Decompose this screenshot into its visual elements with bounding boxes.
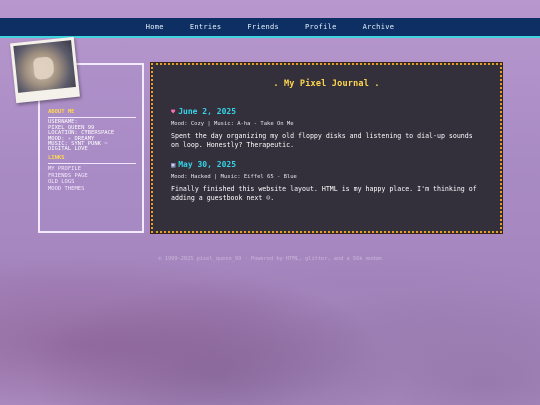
- journal-title: . My Pixel Journal .: [273, 79, 380, 89]
- nav-home[interactable]: Home: [133, 23, 177, 31]
- entry-text: Finally finished this website layout. HT…: [171, 185, 477, 202]
- journal-entry: ▣ May 30, 2025 Mood: Hacked | Music: Eif…: [171, 160, 482, 203]
- about-heading: ABOUT ME: [48, 109, 75, 115]
- background-scenery: [0, 205, 540, 405]
- profile-photo: [10, 36, 80, 104]
- sidebar-link-my-profile[interactable]: MY PROFILE: [48, 166, 136, 173]
- entry-date: ♥ June 2, 2025: [171, 107, 482, 116]
- computer-icon: ▣: [171, 160, 176, 169]
- entry-date-text: May 30, 2025: [178, 160, 237, 169]
- journal-entry: ♥ June 2, 2025 Mood: Cozy | Music: A-ha …: [171, 107, 482, 150]
- divider: [48, 117, 136, 119]
- entry-date-text: June 2, 2025: [178, 107, 237, 116]
- heart-icon: ♥: [171, 107, 176, 116]
- entry-text: Spent the day organizing my old floppy d…: [171, 132, 473, 149]
- footer-text: © 1999-2025 pixel_queen_99 · Powered by …: [158, 256, 382, 262]
- links-heading: LINKS: [48, 154, 65, 161]
- top-navigation-bar: Home Entries Friends Profile Archive: [0, 18, 540, 38]
- entry-date: ▣ May 30, 2025: [171, 160, 482, 169]
- journal-panel: . My Pixel Journal . ♥ June 2, 2025 Mood…: [150, 62, 503, 234]
- sidebar-link-mood-themes[interactable]: MOOD THEMES: [48, 186, 136, 193]
- about-line: DIGITAL LOVE: [48, 146, 88, 153]
- entry-mood: Mood: Cozy | Music: A-ha - Take On Me: [171, 121, 294, 127]
- divider: [48, 163, 136, 165]
- sidebar-link-friends-page[interactable]: FRIENDS PAGE: [48, 173, 136, 180]
- nav-entries[interactable]: Entries: [177, 23, 235, 31]
- entry-mood: Mood: Hacked | Music: Eiffel 65 - Blue: [171, 174, 297, 180]
- nav-archive[interactable]: Archive: [350, 23, 408, 31]
- profile-photo-image: [13, 40, 76, 93]
- sidebar-link-old-logs[interactable]: OLD LOGS: [48, 179, 136, 186]
- nav-profile[interactable]: Profile: [292, 23, 350, 31]
- nav-friends[interactable]: Friends: [234, 23, 292, 31]
- footer: © 1999-2025 pixel_queen_99 · Powered by …: [0, 256, 540, 262]
